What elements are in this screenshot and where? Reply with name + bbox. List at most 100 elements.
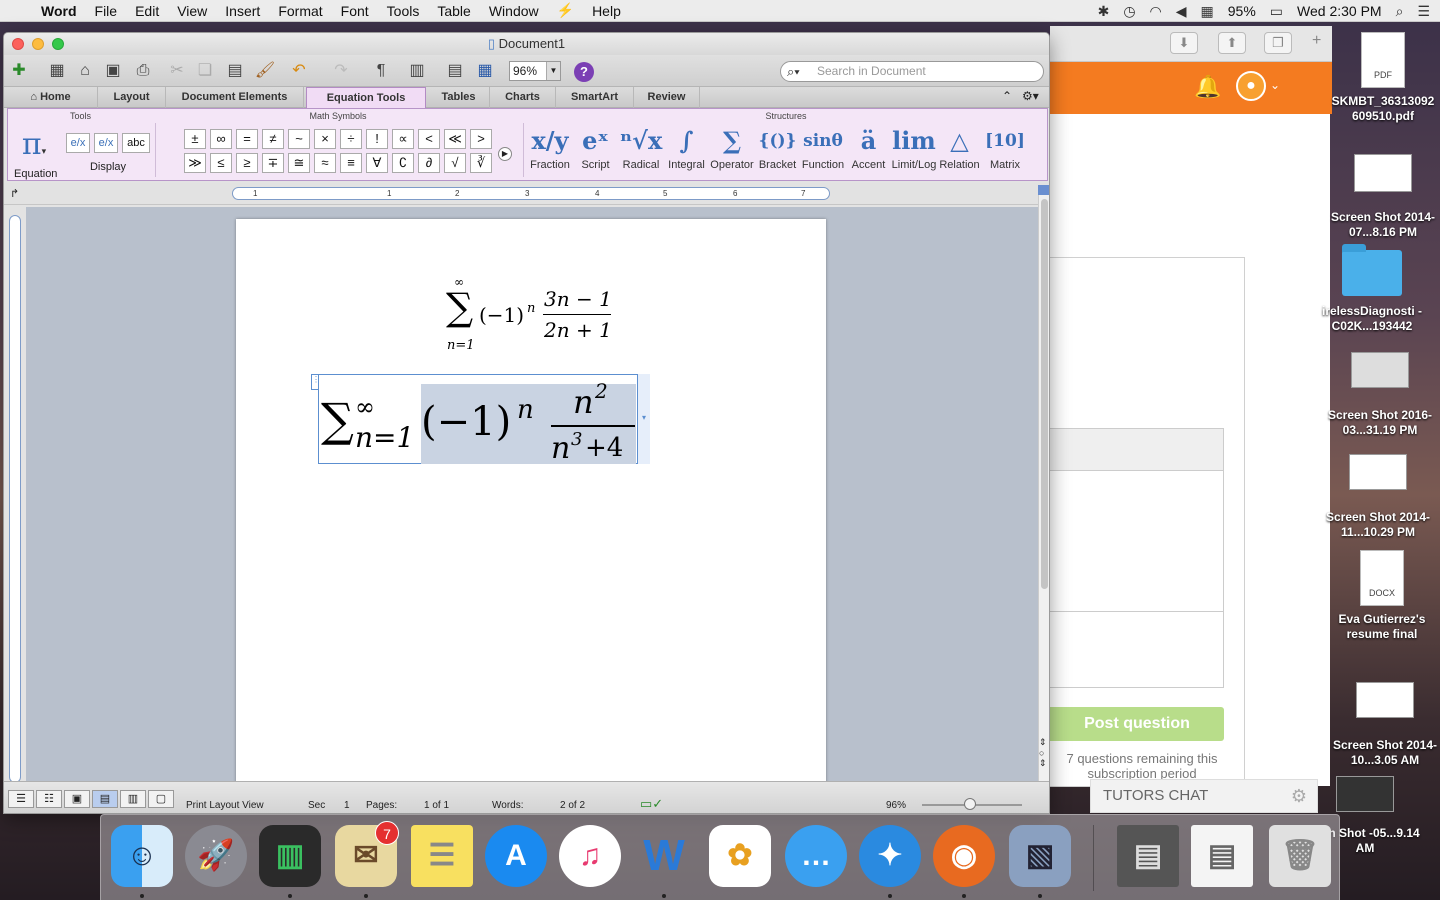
linear-icon[interactable]: e/x (94, 133, 118, 153)
copy-icon[interactable]: ❏ (194, 60, 216, 82)
share-icon[interactable]: ⬆ (1218, 32, 1246, 54)
spotlight-icon[interactable]: ⌕ (1396, 3, 1404, 20)
tab-equation-tools[interactable]: Equation Tools (306, 87, 426, 108)
tabs-icon[interactable]: ❐ (1264, 32, 1292, 54)
menu-table[interactable]: Table (428, 3, 479, 19)
toolbox-icon[interactable]: ▦ (474, 60, 496, 82)
structure-operator-button[interactable]: ∑ Operator (708, 123, 756, 171)
app-store-icon[interactable]: A (485, 825, 547, 887)
sidebar-icon[interactable]: ▤ (444, 60, 466, 82)
avatar[interactable]: ● (1236, 71, 1266, 101)
math-symbol-button[interactable]: = (236, 129, 258, 149)
firefox-icon[interactable]: ◉ (933, 825, 995, 887)
desktop-file[interactable]: Screen Shot 2014-07...8.16 PM (1328, 154, 1438, 240)
math-symbol-button[interactable]: ≪ (444, 129, 466, 149)
menu-format[interactable]: Format (269, 3, 331, 19)
menu-window[interactable]: Window (480, 3, 548, 19)
normal-text-button[interactable]: abc (122, 133, 150, 153)
time-machine-icon[interactable]: ◷ (1123, 3, 1135, 20)
activity-monitor-icon[interactable]: ▥ (259, 825, 321, 887)
equation-2-box[interactable]: ⋮ ∑ ∞ n=1 (−1) n n 2 n 3 +4 ▾ (311, 374, 650, 466)
menu-view[interactable]: View (168, 3, 216, 19)
math-symbol-button[interactable]: ± (184, 129, 206, 149)
desktop-file[interactable]: Screen Shot 2014-10...3.05 AM (1330, 682, 1440, 768)
undo-icon[interactable]: ↶ (288, 60, 310, 82)
launchpad-icon[interactable]: 🚀 (185, 825, 247, 887)
tab-stop-icon[interactable]: ↱ (10, 187, 19, 200)
math-symbol-button[interactable]: ≫ (184, 153, 206, 173)
math-symbol-button[interactable]: ∓ (262, 153, 284, 173)
bluetooth-icon[interactable]: ✱ (1098, 3, 1110, 20)
cut-icon[interactable]: ✂ (166, 60, 188, 82)
math-symbol-button[interactable]: ∛ (470, 153, 492, 173)
professional-icon[interactable]: e/x (66, 133, 90, 153)
menu-help[interactable]: Help (583, 3, 630, 19)
gear-icon[interactable]: ⚙▾ (1022, 89, 1039, 103)
math-symbol-button[interactable]: ∂ (418, 153, 440, 173)
outline-view-icon[interactable]: ☷ (36, 790, 62, 808)
battery-icon[interactable]: ▭ (1270, 3, 1283, 20)
math-symbol-button[interactable]: ∝ (392, 129, 414, 149)
bell-icon[interactable]: 🔔 (1194, 74, 1221, 100)
documents-stack-icon[interactable]: ▤ (1191, 825, 1253, 887)
math-symbol-button[interactable]: ≡ (340, 153, 362, 173)
redo-icon[interactable]: ↷ (330, 60, 352, 82)
math-symbol-button[interactable]: < (418, 129, 440, 149)
math-symbol-button[interactable]: ≅ (288, 153, 310, 173)
notebook-view-icon[interactable]: ▥ (120, 790, 146, 808)
structure-radical-button[interactable]: ⁿ√x Radical (617, 123, 665, 171)
math-symbol-button[interactable]: ! (366, 129, 388, 149)
finder-icon[interactable]: ☺ (111, 825, 173, 887)
messages-icon[interactable]: … (785, 825, 847, 887)
vertical-ruler[interactable] (9, 215, 21, 783)
chevron-down-icon[interactable]: ⌄ (1270, 78, 1280, 92)
tab-layout[interactable]: Layout (98, 87, 166, 108)
print-layout-view-icon[interactable]: ▤ (92, 790, 118, 808)
menu-edit[interactable]: Edit (126, 3, 168, 19)
structure-fraction-button[interactable]: x/y Fraction (526, 123, 574, 171)
math-symbol-button[interactable]: ÷ (340, 129, 362, 149)
desktop-file[interactable]: Screen Shot 2016-03...31.19 PM (1325, 352, 1435, 438)
flag-icon[interactable]: ▦ (1201, 3, 1214, 20)
publishing-view-icon[interactable]: ▣ (64, 790, 90, 808)
math-symbol-button[interactable]: ≠ (262, 129, 284, 149)
wifi-icon[interactable]: ◠ (1150, 3, 1162, 20)
clock[interactable]: Wed 2:30 PM (1297, 3, 1382, 19)
structure-accent-button[interactable]: ä Accent (845, 123, 893, 171)
focus-view-icon[interactable]: ▢ (148, 790, 174, 808)
structure-function-button[interactable]: sinθ Function (799, 123, 847, 171)
notification-center-icon[interactable]: ☰ (1417, 3, 1430, 20)
format-painter-icon[interactable]: 🖌 (254, 60, 276, 82)
menu-app-name[interactable]: Word (32, 3, 86, 19)
view-icon[interactable]: ▥ (406, 60, 428, 82)
tab-charts[interactable]: Charts (490, 87, 556, 108)
download-icon[interactable]: ⬇ (1170, 32, 1198, 54)
new-tab-icon[interactable]: + (1312, 32, 1321, 50)
tutors-chat-bar[interactable]: TUTORS CHAT ⚙ (1090, 779, 1318, 813)
preview-icon[interactable]: ▧ (1009, 825, 1071, 887)
vertical-scrollbar[interactable]: ⇕ ○ ⇕ (1038, 195, 1049, 785)
equation-button[interactable]: π▾ Equation (14, 129, 57, 181)
math-symbol-button[interactable]: > (470, 129, 492, 149)
desktop-file[interactable]: PDF SKMBT_36313092 609510.pdf (1328, 32, 1438, 124)
menu-insert[interactable]: Insert (216, 3, 269, 19)
battery-percent[interactable]: 95% (1228, 3, 1256, 19)
save-icon[interactable]: ▣ (102, 60, 124, 82)
zoom-slider-thumb[interactable] (964, 798, 976, 810)
photos-icon[interactable]: ✿ (709, 825, 771, 887)
draft-view-icon[interactable]: ☰ (8, 790, 34, 808)
spelling-check-icon[interactable]: ▭✓ (640, 796, 663, 812)
trash-icon[interactable]: 🗑 (1269, 825, 1331, 887)
math-symbol-button[interactable]: ~ (288, 129, 310, 149)
math-symbol-button[interactable]: √ (444, 153, 466, 173)
more-symbols-icon[interactable]: ▶ (498, 147, 512, 161)
notes-icon[interactable]: ☰ (411, 825, 473, 887)
volume-icon[interactable]: ◀ (1176, 3, 1187, 20)
tab-review[interactable]: Review (634, 87, 700, 108)
zoom-button[interactable] (52, 38, 64, 50)
structure-matrix-button[interactable]: [10] Matrix (981, 123, 1029, 171)
math-symbol-button[interactable]: × (314, 129, 336, 149)
tab-document-elements[interactable]: Document Elements (166, 87, 304, 108)
new-document-icon[interactable]: ✚ (8, 60, 30, 82)
post-question-button[interactable]: Post question (1050, 707, 1224, 741)
